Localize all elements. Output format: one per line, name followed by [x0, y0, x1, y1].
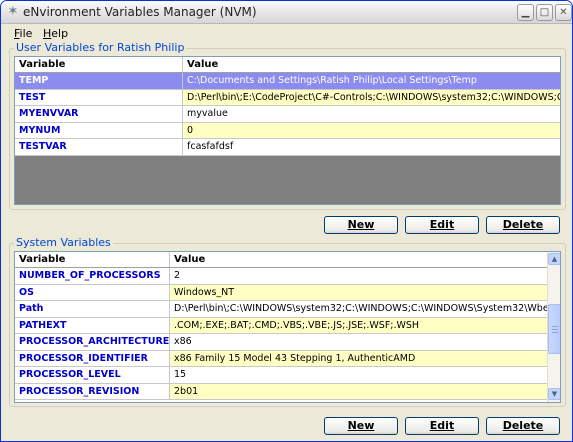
variable-name-cell[interactable]: TESTVAR	[15, 139, 183, 155]
menu-bar: File Help	[1, 24, 572, 42]
table-row[interactable]: OS Windows_NT	[15, 284, 548, 301]
variable-value-cell[interactable]: D:\Perl\bin\;E:\CodeProject\C#-Controls;…	[183, 89, 560, 105]
variable-name-cell[interactable]: PROCESSOR_IDENTIFIER	[15, 350, 170, 366]
variable-value-cell[interactable]: myvalue	[183, 106, 560, 122]
user-variables-title: User Variables for Ratish Philip	[14, 41, 187, 54]
system-new-button[interactable]: New	[324, 417, 398, 435]
title-bar[interactable]: ✶ eNvironment Variables Manager (NVM) ▁ …	[1, 1, 572, 24]
maximize-button[interactable]: □	[536, 4, 553, 21]
variable-value-cell[interactable]: 15	[170, 367, 548, 383]
system-edit-button[interactable]: Edit	[405, 417, 479, 435]
table-row[interactable]: PATHEXT .COM;.EXE;.BAT;.CMD;.VBS;.VBE;.JS…	[15, 317, 548, 334]
variable-name-cell[interactable]: PROCESSOR_ARCHITECTURE	[15, 334, 170, 350]
menu-help[interactable]: Help	[43, 27, 68, 40]
app-icon: ✶	[7, 4, 19, 19]
variable-name-cell[interactable]: MYNUM	[15, 122, 183, 138]
vertical-scrollbar[interactable]: ▲ ▼	[547, 252, 560, 402]
system-variables-grid[interactable]: Variable Value NUMBER_OF_PROCESSORS 2 OS Wi…	[14, 251, 561, 403]
window-title: eNvironment Variables Manager (NVM)	[23, 5, 257, 19]
variable-name-cell[interactable]: NUMBER_OF_PROCESSORS	[15, 268, 170, 284]
grid-header: Variable Value	[15, 252, 560, 268]
menu-file[interactable]: File	[14, 27, 32, 40]
user-edit-button[interactable]: Edit	[405, 216, 479, 234]
table-row[interactable]: TEST D:\Perl\bin\;E:\CodeProject\C#-Contr…	[15, 89, 560, 106]
column-header-variable[interactable]: Variable	[15, 252, 170, 267]
grid-header: Variable Value	[15, 57, 560, 73]
menu-file-label: ile	[19, 27, 33, 40]
variable-value-cell[interactable]: fcasfafdsf	[183, 139, 560, 155]
table-row[interactable]: NUMBER_OF_PROCESSORS 2	[15, 268, 548, 285]
variable-name-cell[interactable]: PROCESSOR_LEVEL	[15, 367, 170, 383]
variable-value-cell[interactable]: Windows_NT	[170, 284, 548, 300]
column-header-value[interactable]: Value	[170, 252, 548, 267]
table-row[interactable]: PROCESSOR_ARCHITECTURE x86	[15, 334, 548, 351]
menu-help-label: elp	[51, 27, 69, 40]
variable-value-cell[interactable]: D:\Perl\bin\;C:\WINDOWS\system32;C:\WIND…	[170, 301, 548, 317]
variable-name-cell[interactable]: MYENVVAR	[15, 106, 183, 122]
system-variables-title: System Variables	[14, 236, 113, 249]
variable-value-cell[interactable]: 0	[183, 122, 560, 138]
table-row[interactable]: MYENVVAR myvalue	[15, 106, 560, 123]
table-row[interactable]: MYNUM 0	[15, 122, 560, 139]
table-row[interactable]: PROCESSOR_IDENTIFIER x86 Family 15 Model …	[15, 350, 548, 367]
column-header-value[interactable]: Value	[183, 57, 560, 72]
close-button[interactable]: ✕	[555, 4, 572, 21]
main-window: ✶ eNvironment Variables Manager (NVM) ▁ …	[0, 0, 573, 442]
variable-name-cell[interactable]: OS	[15, 284, 170, 300]
table-row[interactable]: TESTVAR fcasfafdsf	[15, 139, 560, 156]
variable-name-cell[interactable]: PATHEXT	[15, 317, 170, 333]
variable-value-cell[interactable]: .COM;.EXE;.BAT;.CMD;.VBS;.VBE;.JS;.JSE;.…	[170, 317, 548, 333]
user-delete-button[interactable]: Delete	[486, 216, 560, 234]
variable-value-cell[interactable]: 2b01	[170, 383, 548, 399]
scroll-up-arrow[interactable]: ▲	[548, 253, 560, 265]
variable-value-cell[interactable]: x86 Family 15 Model 43 Stepping 1, Authe…	[170, 350, 548, 366]
user-new-button[interactable]: New	[324, 216, 398, 234]
variable-name-cell[interactable]: Path	[15, 301, 170, 317]
scroll-down-arrow[interactable]: ▼	[548, 388, 560, 400]
table-row[interactable]: PROCESSOR_LEVEL 15	[15, 367, 548, 384]
column-header-variable[interactable]: Variable	[15, 57, 183, 72]
variable-value-cell[interactable]: C:\Documents and Settings\Ratish Philip\…	[183, 73, 560, 89]
variable-value-cell[interactable]: 2	[170, 268, 548, 284]
system-delete-button[interactable]: Delete	[486, 417, 560, 435]
variable-name-cell[interactable]: TEMP	[15, 73, 183, 89]
table-row[interactable]: Path D:\Perl\bin\;C:\WINDOWS\system32;C:\…	[15, 301, 548, 318]
minimize-button[interactable]: ▁	[517, 4, 534, 21]
scroll-thumb[interactable]	[548, 304, 560, 354]
user-variables-grid[interactable]: Variable Value TEMP C:\Documents and Sett…	[14, 56, 561, 205]
table-row[interactable]: PROCESSOR_REVISION 2b01	[15, 383, 548, 400]
variable-name-cell[interactable]: TEST	[15, 89, 183, 105]
variable-value-cell[interactable]: x86	[170, 334, 548, 350]
table-row[interactable]: TEMP C:\Documents and Settings\Ratish Phi…	[15, 73, 560, 90]
variable-name-cell[interactable]: PROCESSOR_REVISION	[15, 383, 170, 399]
